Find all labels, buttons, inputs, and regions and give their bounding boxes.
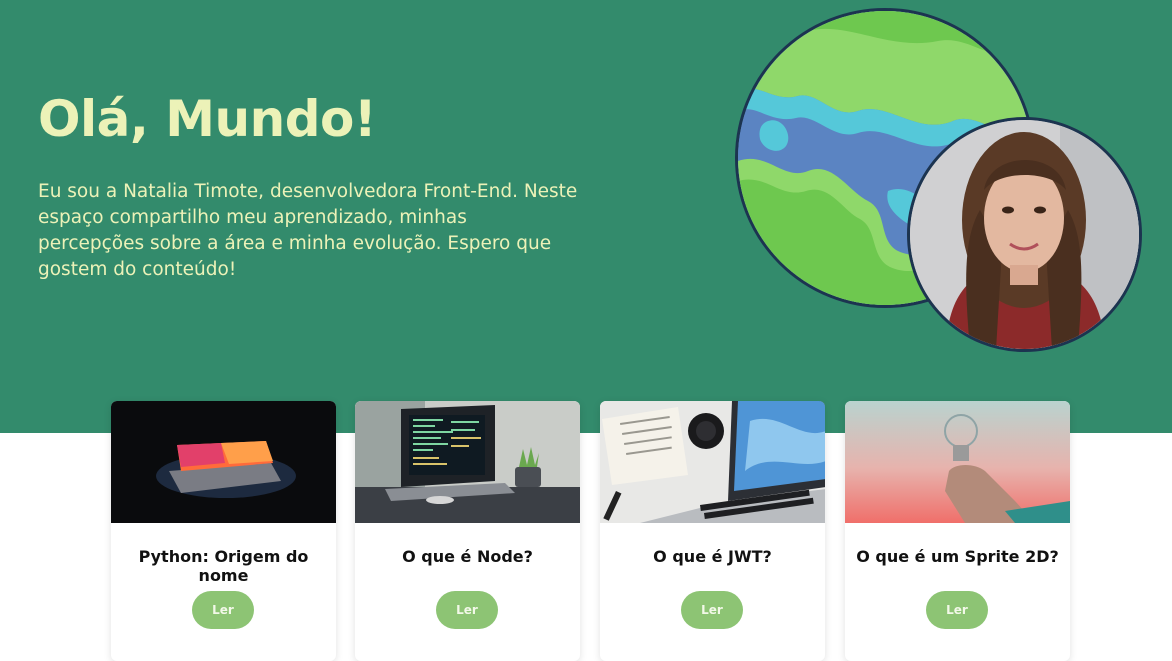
hero-section: Olá, Mundo! Eu sou a Natalia Timote, des… [0, 0, 1172, 433]
read-button[interactable]: Ler [681, 591, 743, 629]
card-image-laptop-code [355, 401, 580, 523]
card-image-laptop-documents [600, 401, 825, 523]
card-image-laptop-dark [111, 401, 336, 523]
card-image-light-bulb [845, 401, 1070, 523]
article-card: O que é Node? Ler [355, 401, 580, 661]
hero-title: Olá, Mundo! [38, 90, 377, 148]
profile-photo [907, 117, 1142, 352]
articles-list: Python: Origem do nome Ler O que é Node?… [111, 401, 1071, 661]
read-button[interactable]: Ler [192, 591, 254, 629]
read-button[interactable]: Ler [926, 591, 988, 629]
card-title: O que é um Sprite 2D? [856, 547, 1059, 566]
hero-description: Eu sou a Natalia Timote, desenvolvedora … [38, 181, 578, 280]
card-title: O que é Node? [402, 547, 533, 566]
card-title: O que é JWT? [653, 547, 772, 566]
card-title: Python: Origem do nome [138, 547, 309, 585]
article-card: Python: Origem do nome Ler [111, 401, 336, 661]
read-button[interactable]: Ler [436, 591, 498, 629]
article-card: O que é JWT? Ler [600, 401, 825, 661]
article-card: O que é um Sprite 2D? Ler [845, 401, 1070, 661]
